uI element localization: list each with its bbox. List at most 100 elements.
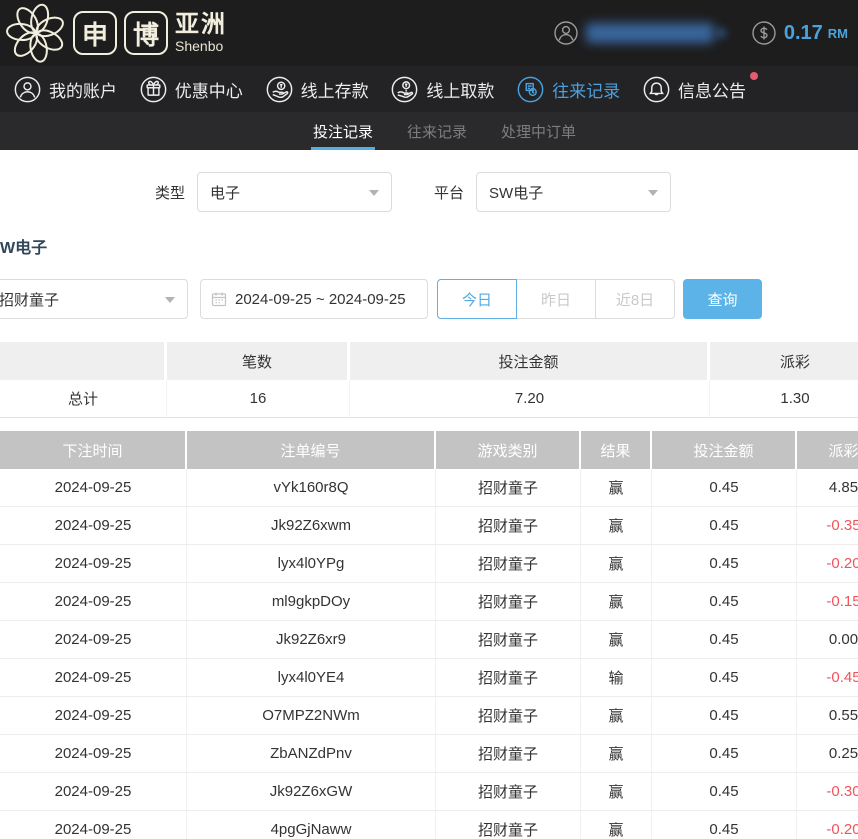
cell-game-type: 招财童子: [436, 811, 581, 839]
logo-region-en: Shenbo: [175, 39, 227, 53]
nav-item-deposit[interactable]: 线上存款: [266, 76, 369, 103]
withdraw-hand-coin-icon: [391, 76, 418, 103]
table-row: 2024-09-25 4pgGjNaww 招财童子 赢 0.45 -0.20: [0, 811, 858, 839]
type-label: 类型: [155, 182, 185, 203]
type-select-value: 电子: [210, 182, 240, 203]
quick-date-buttons: 今日 昨日 近8日: [437, 279, 675, 319]
flower-logo-icon: [6, 3, 66, 63]
cell-bet-time: 2024-09-25: [0, 659, 187, 696]
table-row: 2024-09-25 ZbANZdPnv 招财童子 赢 0.45 0.25: [0, 735, 858, 773]
nav-label: 优惠中心: [175, 77, 243, 102]
col-payout: 派彩: [797, 431, 858, 469]
nav-label: 往来记录: [552, 77, 620, 102]
logo-region-cn: 亚洲: [175, 13, 227, 37]
cell-payout: 0.00: [797, 621, 858, 658]
cell-game-type: 招财童子: [436, 621, 581, 658]
redacted-username: [586, 23, 714, 43]
account-chip[interactable]: [554, 21, 726, 45]
betting-table-header: 下注时间 注单编号 游戏类别 结果 投注金额 派彩: [0, 431, 858, 469]
cell-payout: 4.85: [797, 469, 858, 506]
chevron-down-icon: [648, 190, 658, 196]
col-game-type: 游戏类别: [436, 431, 581, 469]
cell-order-id: lyx4l0YPg: [187, 545, 436, 582]
cell-bet-time: 2024-09-25: [0, 545, 187, 582]
cell-order-id: Jk92Z6xGW: [187, 773, 436, 810]
platform-select[interactable]: SW电子: [476, 172, 671, 212]
filter-row-type-platform: 类型 电子 平台 SW电子: [155, 172, 858, 212]
summary-col-count: 笔数: [167, 342, 350, 380]
tab-transaction-records[interactable]: 往来记录: [407, 112, 467, 150]
chevron-down-icon: [369, 190, 379, 196]
cell-bet-amount: 0.45: [652, 583, 797, 620]
date-range-picker[interactable]: 2024-09-25 ~ 2024-09-25: [200, 279, 428, 319]
platform-select-value: SW电子: [489, 182, 543, 203]
game-select[interactable]: 招财童子: [0, 279, 188, 319]
table-row: 2024-09-25 vYk160r8Q 招财童子 赢 0.45 4.85: [0, 469, 858, 507]
summary-col-payout: 派彩: [710, 342, 858, 380]
tab-pending-orders[interactable]: 处理中订单: [501, 112, 576, 150]
cell-bet-time: 2024-09-25: [0, 583, 187, 620]
cell-bet-time: 2024-09-25: [0, 621, 187, 658]
cell-order-id: Jk92Z6xwm: [187, 507, 436, 544]
record-tabs: 投注记录 往来记录 处理中订单: [0, 112, 858, 150]
cell-result: 输: [581, 659, 652, 696]
total-count: 16: [167, 380, 350, 417]
cell-bet-time: 2024-09-25: [0, 507, 187, 544]
cell-order-id: 4pgGjNaww: [187, 811, 436, 839]
game-select-value: 招财童子: [0, 289, 59, 310]
cell-game-type: 招财童子: [436, 659, 581, 696]
summary-col-bet-amount: 投注金额: [350, 342, 710, 380]
cell-game-type: 招财童子: [436, 583, 581, 620]
top-header: 申 博 亚洲 Shenbo 0.: [0, 0, 858, 66]
cell-bet-time: 2024-09-25: [0, 697, 187, 734]
cell-payout: -0.35: [797, 507, 858, 544]
nav-item-announcements[interactable]: 信息公告: [643, 76, 746, 103]
cell-payout: 0.55: [797, 697, 858, 734]
brand-logo[interactable]: 申 博 亚洲 Shenbo: [6, 3, 227, 63]
logo-char-bo: 博: [124, 11, 168, 55]
cell-payout: -0.15: [797, 583, 858, 620]
total-payout: 1.30: [710, 380, 858, 417]
today-button[interactable]: 今日: [437, 279, 517, 319]
cell-result: 赢: [581, 697, 652, 734]
type-select[interactable]: 电子: [197, 172, 392, 212]
col-bet-time: 下注时间: [0, 431, 187, 469]
cell-result: 赢: [581, 469, 652, 506]
cell-bet-amount: 0.45: [652, 773, 797, 810]
nav-item-my-account[interactable]: 我的账户: [14, 76, 117, 103]
cell-result: 赢: [581, 811, 652, 839]
table-row: 2024-09-25 O7MPZ2NWm 招财童子 赢 0.45 0.55: [0, 697, 858, 735]
redacted-username-tail: [716, 28, 726, 38]
cell-result: 赢: [581, 735, 652, 772]
cell-result: 赢: [581, 545, 652, 582]
balance[interactable]: 0.17 RM: [752, 21, 848, 45]
cell-order-id: ZbANZdPnv: [187, 735, 436, 772]
chevron-down-icon: [165, 297, 175, 303]
account-icon: [14, 76, 41, 103]
summary-total-row: 总计 16 7.20 1.30: [0, 380, 858, 418]
calendar-icon: [211, 291, 227, 307]
nav-item-withdraw[interactable]: 线上取款: [391, 76, 494, 103]
cell-bet-time: 2024-09-25: [0, 773, 187, 810]
last-8-days-button[interactable]: 近8日: [595, 279, 675, 319]
cell-payout: -0.30: [797, 773, 858, 810]
cell-payout: 0.25: [797, 735, 858, 772]
yesterday-button[interactable]: 昨日: [516, 279, 596, 319]
cell-payout: -0.45: [797, 659, 858, 696]
cell-bet-amount: 0.45: [652, 545, 797, 582]
cell-bet-amount: 0.45: [652, 621, 797, 658]
balance-currency: RM: [828, 26, 848, 41]
summary-col-blank: [0, 342, 167, 380]
user-icon: [554, 21, 578, 45]
cell-bet-time: 2024-09-25: [0, 811, 187, 839]
tab-betting-records[interactable]: 投注记录: [313, 112, 373, 150]
search-button[interactable]: 查询: [683, 279, 762, 319]
total-label: 总计: [0, 380, 167, 417]
cell-payout: -0.20: [797, 811, 858, 839]
cell-result: 赢: [581, 583, 652, 620]
bell-icon: [643, 76, 670, 103]
cell-bet-amount: 0.45: [652, 811, 797, 839]
nav-item-transaction-records[interactable]: 往来记录: [517, 76, 620, 103]
nav-item-promotions[interactable]: 优惠中心: [140, 76, 243, 103]
cell-result: 赢: [581, 507, 652, 544]
